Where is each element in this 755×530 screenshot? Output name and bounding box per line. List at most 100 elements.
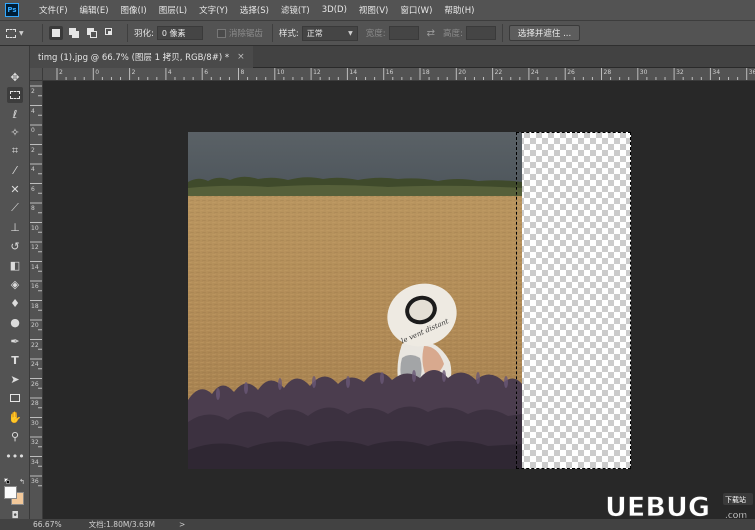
pen-icon[interactable]: ✒ <box>7 333 23 349</box>
document-tab[interactable]: timg (1).jpg @ 66.7% (图层 1 拷贝, RGB/8#) *… <box>30 46 253 68</box>
antialias-checkbox[interactable] <box>216 28 226 38</box>
brush-icon[interactable]: ⟋ <box>7 200 23 216</box>
type-icon[interactable]: T <box>7 352 23 368</box>
ruler-label: 2 <box>31 88 35 95</box>
menu-type[interactable]: 文字(Y) <box>193 4 234 16</box>
photoshop-logo-icon: Ps <box>5 3 19 17</box>
divider <box>127 24 128 42</box>
ruler-label: 12 <box>31 244 39 251</box>
ruler-label: 26 <box>567 69 575 76</box>
close-icon[interactable]: × <box>237 52 245 62</box>
vertical-ruler[interactable]: 2 4 0 2 4 6 8 10 12 14 16 18 20 22 24 26 28 30 32 34 36 <box>30 81 43 519</box>
subtract-from-selection-button[interactable] <box>85 26 99 40</box>
eraser-icon[interactable]: ◧ <box>7 257 23 273</box>
canvas-area[interactable]: le vent distant <box>43 81 755 519</box>
photo-layer: le vent distant <box>188 132 522 469</box>
clone-stamp-icon[interactable]: ⊥ <box>7 219 23 235</box>
dodge-icon[interactable]: ● <box>7 314 23 330</box>
menu-file[interactable]: 文件(F) <box>33 4 74 16</box>
new-selection-button[interactable] <box>49 26 63 40</box>
color-swatches: ↰ <box>4 478 28 508</box>
ruler-label: 8 <box>31 205 35 212</box>
height-input[interactable] <box>465 26 496 40</box>
selection-marquee[interactable] <box>516 132 631 469</box>
menu-select[interactable]: 选择(S) <box>234 4 275 16</box>
menu-view[interactable]: 视图(V) <box>353 4 394 16</box>
crop-icon[interactable]: ⌗ <box>7 143 23 159</box>
paint-bucket-icon[interactable]: ◈ <box>7 276 23 292</box>
tool-preset-picker[interactable]: ▼ <box>6 23 36 43</box>
ruler-label: 20 <box>458 69 466 76</box>
ruler-label: 4 <box>31 107 35 115</box>
menu-image[interactable]: 图像(I) <box>115 4 153 16</box>
zoom-icon[interactable]: ⚲ <box>7 428 23 444</box>
zoom-level[interactable]: 66.67% <box>33 520 62 529</box>
hand-icon[interactable]: ✋ <box>7 409 23 425</box>
chevron-down-icon: ▼ <box>19 29 24 37</box>
ruler-label: 4 <box>31 166 35 173</box>
ruler-label: 26 <box>31 380 39 388</box>
document-canvas[interactable]: le vent distant <box>188 132 631 469</box>
healing-brush-icon[interactable]: ✕ <box>7 181 23 197</box>
ruler-label: 18 <box>422 69 430 76</box>
intersect-selection-button[interactable] <box>103 26 117 40</box>
svg-text:.com: .com <box>725 511 747 521</box>
height-label: 高度: <box>443 29 463 39</box>
magic-wand-icon[interactable]: ✧ <box>7 124 23 140</box>
rect-marquee-icon[interactable] <box>7 87 23 103</box>
ruler-label: 20 <box>31 322 39 329</box>
ruler-label: 18 <box>31 302 39 310</box>
swap-colors-icon[interactable]: ↰ <box>19 478 25 486</box>
lasso-icon[interactable]: ℓ <box>7 106 23 122</box>
add-to-selection-button[interactable] <box>67 26 81 40</box>
ruler-label: 8 <box>240 69 245 76</box>
menu-help[interactable]: 帮助(H) <box>438 4 480 16</box>
menu-layer[interactable]: 图层(L) <box>153 4 193 16</box>
horizontal-ruler[interactable]: 2024681012141618202224262830323436 <box>43 68 755 81</box>
menu-filter[interactable]: 滤镜(T) <box>275 4 316 16</box>
ruler-label: 22 <box>31 341 39 349</box>
blur-icon[interactable]: ♦ <box>7 295 23 311</box>
ruler-label: 10 <box>31 224 39 232</box>
tools-panel: ✥ ℓ ✧ ⌗ ⁄ ✕ ⟋ ⊥ ↺ ◧ ◈ ♦ ● ✒ T ➤ ✋ ⚲ ••• … <box>0 46 30 530</box>
svg-text:UEBUG: UEBUG <box>605 492 710 523</box>
feather-input[interactable]: 0 像素 <box>156 26 203 40</box>
ruler-label: 24 <box>530 69 539 76</box>
ruler-label: 14 <box>31 263 39 271</box>
style-select[interactable]: 正常 ▼ <box>301 25 358 41</box>
ruler-label: 6 <box>204 69 209 76</box>
eyedropper-icon[interactable]: ⁄ <box>7 162 23 178</box>
menu-3d[interactable]: 3D(D) <box>316 5 353 15</box>
menu-edit[interactable]: 编辑(E) <box>74 4 115 16</box>
ruler-label: 0 <box>95 69 100 76</box>
width-input[interactable] <box>388 26 419 40</box>
ruler-label: 24 <box>31 361 39 368</box>
foreground-color-swatch[interactable] <box>4 486 17 499</box>
ruler-label: 34 <box>31 458 39 466</box>
path-select-icon[interactable]: ➤ <box>7 371 23 387</box>
select-and-mask-button[interactable]: 选择并遮住 ... <box>508 25 581 41</box>
ruler-origin[interactable] <box>30 68 43 81</box>
rectangle-shape-icon[interactable] <box>7 390 23 406</box>
document-tab-title: timg (1).jpg @ 66.7% (图层 1 拷贝, RGB/8#) * <box>38 53 230 63</box>
ruler-label: 0 <box>31 127 35 134</box>
rect-marquee-icon <box>6 28 16 38</box>
ruler-label: 34 <box>712 69 721 76</box>
ruler-label: 30 <box>639 69 648 76</box>
chevron-down-icon: ▼ <box>348 29 353 37</box>
ruler-label: 16 <box>385 69 394 76</box>
ruler-label: 22 <box>494 69 503 76</box>
status-arrow-icon[interactable]: > <box>179 520 185 529</box>
style-label: 样式: <box>278 29 299 39</box>
history-brush-icon[interactable]: ↺ <box>7 238 23 254</box>
swap-width-height-icon[interactable]: ⇄ <box>427 28 435 39</box>
ruler-label: 10 <box>276 69 285 76</box>
divider <box>271 24 273 42</box>
ruler-label: 28 <box>603 69 612 76</box>
move-icon[interactable]: ✥ <box>7 69 23 85</box>
menu-window[interactable]: 窗口(W) <box>394 4 438 16</box>
more-tools-icon[interactable]: ••• <box>5 448 24 464</box>
default-colors-icon[interactable] <box>4 478 11 484</box>
ruler-label: 12 <box>313 69 321 76</box>
ruler-label: 2 <box>31 146 35 154</box>
